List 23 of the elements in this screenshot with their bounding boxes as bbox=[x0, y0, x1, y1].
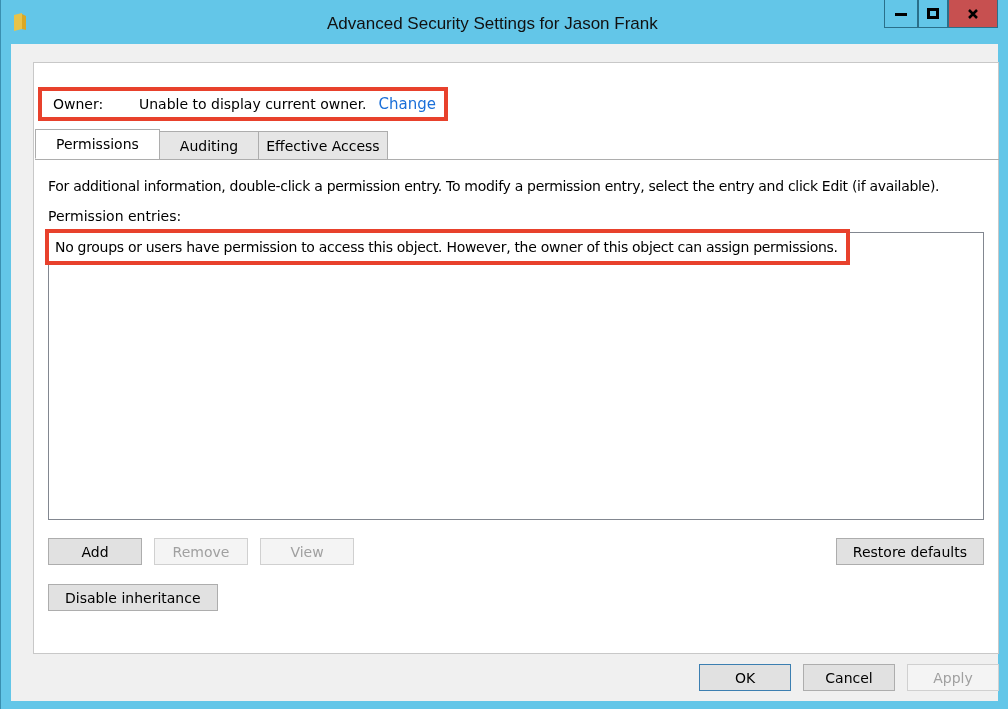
disable-inheritance-button[interactable]: Disable inheritance bbox=[48, 584, 218, 611]
minimize-button[interactable] bbox=[884, 0, 918, 28]
close-button[interactable] bbox=[948, 0, 998, 28]
dialog-button[interactable]: OK bbox=[699, 664, 791, 691]
minimize-icon bbox=[895, 11, 907, 16]
empty-message: No groups or users have permission to access this object. However, the owner of this object can assign permissions. bbox=[45, 229, 850, 265]
close-icon bbox=[967, 7, 979, 20]
tab[interactable]: Effective Access bbox=[258, 131, 388, 159]
action-button[interactable]: Add bbox=[48, 538, 142, 565]
change-link[interactable]: Change bbox=[378, 95, 436, 113]
tab[interactable]: Permissions bbox=[35, 129, 160, 159]
info-text: For additional information, double-click a permission entry. To modify a permission entry, select the entry and click Edit (if available). bbox=[48, 178, 941, 194]
entries-label: Permission entries: bbox=[48, 208, 183, 224]
tab[interactable]: Auditing bbox=[158, 131, 260, 159]
owner-value: Unable to display current owner. bbox=[138, 96, 367, 112]
maximize-icon bbox=[927, 8, 939, 19]
dialog-button[interactable]: Cancel bbox=[803, 664, 895, 691]
folder-icon bbox=[13, 13, 27, 31]
permission-list[interactable]: No groups or users have permission to access this object. However, the owner of this object can assign permissions. bbox=[48, 232, 984, 520]
restore-defaults-button[interactable]: Restore defaults bbox=[835, 538, 984, 565]
owner-label: Owner: bbox=[52, 96, 105, 112]
maximize-button[interactable] bbox=[918, 0, 948, 28]
window-title: Advanced Security Settings for Jason Frank bbox=[327, 14, 658, 34]
